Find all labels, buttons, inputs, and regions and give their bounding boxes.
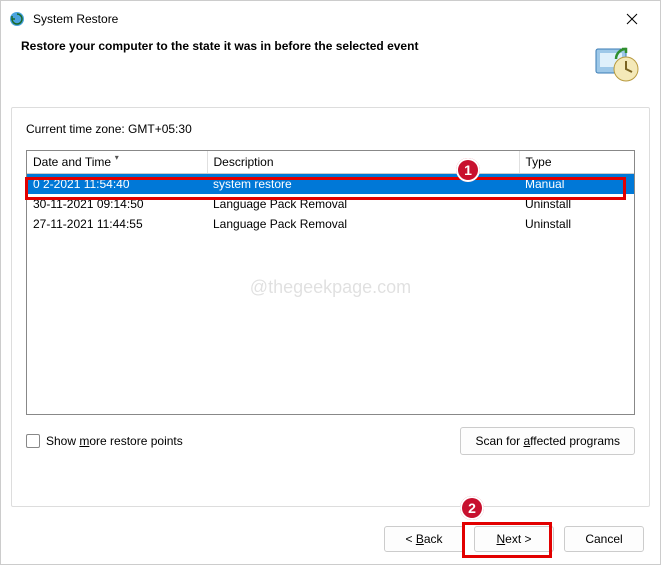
table-row-empty bbox=[27, 334, 634, 354]
table-row-empty bbox=[27, 254, 634, 274]
table-cell: Language Pack Removal bbox=[207, 214, 519, 234]
page-heading: Restore your computer to the state it wa… bbox=[21, 39, 592, 53]
col-date[interactable]: Date and Time ▾ bbox=[27, 151, 207, 174]
table-cell: Language Pack Removal bbox=[207, 194, 519, 214]
window-title: System Restore bbox=[33, 12, 612, 26]
table-cell: system restore bbox=[207, 174, 519, 195]
show-more-label: Show more restore points bbox=[46, 434, 183, 448]
table-row-empty bbox=[27, 294, 634, 314]
table-cell: 0 2-2021 11:54:40 bbox=[27, 174, 207, 195]
back-button[interactable]: < Back bbox=[384, 526, 464, 552]
next-button[interactable]: Next > bbox=[474, 526, 554, 552]
wizard-footer: < Back Next > Cancel bbox=[384, 526, 644, 552]
table-row-empty bbox=[27, 354, 634, 374]
scan-affected-button[interactable]: Scan for affected programs bbox=[460, 427, 635, 455]
system-restore-icon bbox=[9, 11, 25, 27]
restore-points-table[interactable]: Date and Time ▾ Description Type 0 2-202… bbox=[26, 150, 635, 415]
table-header-row[interactable]: Date and Time ▾ Description Type bbox=[27, 151, 634, 174]
restore-big-icon bbox=[592, 39, 640, 87]
table-cell: Uninstall bbox=[519, 194, 634, 214]
cancel-button[interactable]: Cancel bbox=[564, 526, 644, 552]
sort-indicator-icon: ▾ bbox=[115, 153, 119, 162]
col-date-label: Date and Time bbox=[33, 155, 111, 169]
checkbox-box[interactable] bbox=[26, 434, 40, 448]
table-row-empty bbox=[27, 414, 634, 415]
table-row-empty bbox=[27, 314, 634, 334]
close-button[interactable] bbox=[612, 5, 652, 33]
table-row[interactable]: 30-11-2021 09:14:50Language Pack Removal… bbox=[27, 194, 634, 214]
table-row-empty bbox=[27, 374, 634, 394]
show-more-checkbox[interactable]: Show more restore points bbox=[26, 434, 183, 448]
table-row[interactable]: 27-11-2021 11:44:55Language Pack Removal… bbox=[27, 214, 634, 234]
col-type[interactable]: Type bbox=[519, 151, 634, 174]
table-cell: Manual bbox=[519, 174, 634, 195]
table-row-empty bbox=[27, 394, 634, 414]
table-row-empty bbox=[27, 274, 634, 294]
col-description[interactable]: Description bbox=[207, 151, 519, 174]
table-cell: 27-11-2021 11:44:55 bbox=[27, 214, 207, 234]
table-row[interactable]: 0 2-2021 11:54:40system restoreManual bbox=[27, 174, 634, 195]
wizard-header: Restore your computer to the state it wa… bbox=[1, 33, 660, 97]
table-cell: Uninstall bbox=[519, 214, 634, 234]
table-row-empty bbox=[27, 234, 634, 254]
title-bar: System Restore bbox=[1, 1, 660, 33]
table-cell: 30-11-2021 09:14:50 bbox=[27, 194, 207, 214]
main-panel: Current time zone: GMT+05:30 Date and Ti… bbox=[11, 107, 650, 507]
timezone-label: Current time zone: GMT+05:30 bbox=[26, 122, 635, 136]
